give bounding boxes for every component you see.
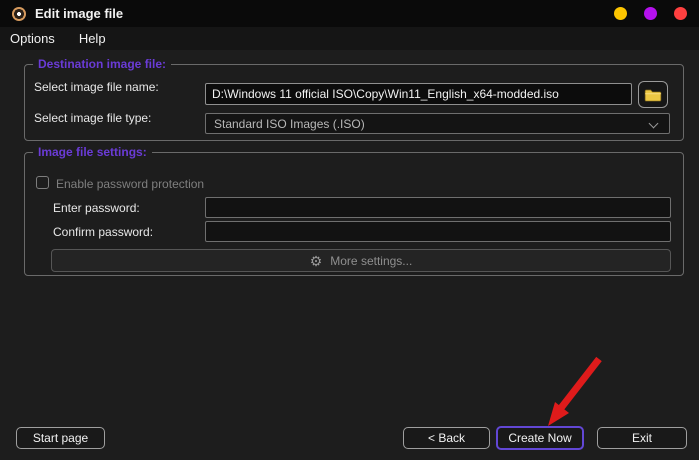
- password-protection-label: Enable password protection: [56, 177, 204, 191]
- more-settings-button[interactable]: ⚙ More settings...: [51, 249, 671, 272]
- disc-icon: [12, 7, 26, 21]
- file-type-label: Select image file type:: [34, 111, 151, 125]
- file-type-dropdown[interactable]: Standard ISO Images (.ISO): [205, 113, 670, 134]
- destination-group-legend: Destination image file:: [33, 57, 171, 71]
- file-type-selected-value: Standard ISO Images (.ISO): [214, 117, 365, 131]
- title-bar: Edit image file: [0, 0, 699, 27]
- exit-label: Exit: [632, 431, 652, 445]
- maximize-button[interactable]: [644, 7, 657, 20]
- settings-group-legend: Image file settings:: [33, 145, 152, 159]
- folder-icon: [644, 88, 662, 102]
- chevron-down-icon: [649, 119, 659, 129]
- enter-password-input[interactable]: [205, 197, 671, 218]
- create-now-button[interactable]: Create Now: [496, 426, 584, 450]
- window-title: Edit image file: [35, 6, 123, 21]
- pointer-arrow: [535, 356, 607, 432]
- file-name-label: Select image file name:: [34, 80, 159, 94]
- more-settings-label: More settings...: [330, 254, 412, 268]
- password-protection-checkbox[interactable]: [36, 176, 49, 189]
- destination-group: Destination image file: Select image fil…: [24, 64, 684, 141]
- enter-password-label: Enter password:: [53, 201, 140, 215]
- settings-group: Image file settings: Enable password pro…: [24, 152, 684, 276]
- edit-image-file-window: Edit image file Options Help Destination…: [0, 0, 699, 460]
- menu-bar: Options Help: [0, 27, 699, 50]
- minimize-button[interactable]: [614, 7, 627, 20]
- close-button[interactable]: [674, 7, 687, 20]
- back-label: < Back: [428, 431, 465, 445]
- create-now-label: Create Now: [508, 431, 571, 445]
- confirm-password-label: Confirm password:: [53, 225, 153, 239]
- window-controls: [614, 0, 687, 27]
- start-page-label: Start page: [33, 431, 88, 445]
- exit-button[interactable]: Exit: [597, 427, 687, 449]
- menu-help[interactable]: Help: [79, 31, 106, 46]
- confirm-password-input[interactable]: [205, 221, 671, 242]
- gear-icon: ⚙: [310, 254, 323, 268]
- menu-options[interactable]: Options: [10, 31, 55, 46]
- file-name-input[interactable]: [205, 83, 632, 105]
- browse-button[interactable]: [638, 81, 668, 108]
- back-button[interactable]: < Back: [403, 427, 490, 449]
- start-page-button[interactable]: Start page: [16, 427, 105, 449]
